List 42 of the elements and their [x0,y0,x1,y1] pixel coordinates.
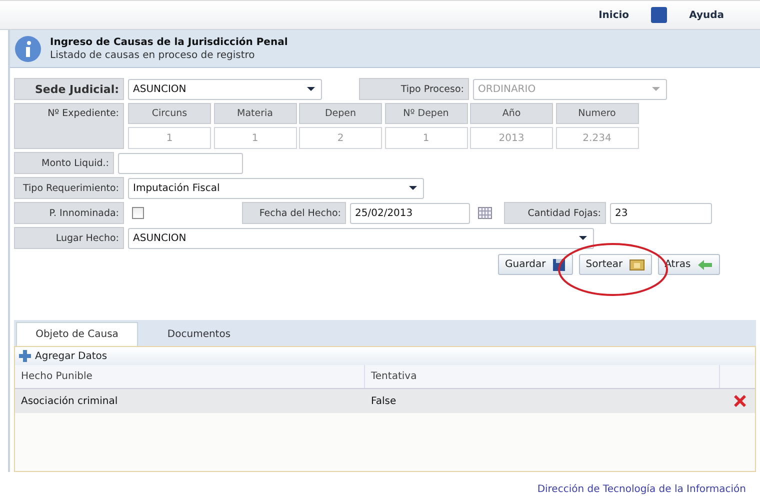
table-cell-text: False [370,396,398,406]
date-field[interactable]: 25/02/2013 [350,202,470,224]
column-header: Hecho Punible [15,365,365,388]
field-label: Monto Liquid.: [14,152,114,174]
column-header: Materia [214,103,296,124]
page-subtitle: Listado de causas en proceso de registro [50,50,256,60]
column-header: Tentativa [365,365,720,388]
monto-field[interactable] [118,152,243,174]
info-icon [14,34,42,62]
arrow-left-icon [696,258,713,270]
plus-icon[interactable] [19,350,31,362]
column-header: Nº Depen [384,103,468,124]
column-header: Circuns [128,103,211,124]
page-title: Ingreso de Causas de la Jurisdicción Penal [50,36,288,48]
field-label: P. Innominada: [14,202,124,224]
field-label: Sede Judicial: [14,78,124,100]
field-label: Fecha del Hecho: [242,202,346,224]
nav-link[interactable]: Ayuda [689,10,724,20]
field-label: Nº Expediente: [14,103,124,149]
field-label: Tipo Proceso: [359,78,469,100]
action-button[interactable]: Guardar [498,254,573,275]
add-data-link[interactable]: Agregar Datos [35,350,108,362]
tab[interactable]: Objeto de Causa [16,322,138,346]
column-header: Depen [299,103,382,124]
field-label: Lugar Hecho: [14,227,124,249]
footer-link[interactable]: Dirección de Tecnología de la Información [537,484,746,495]
nav-link[interactable]: Inicio [598,10,630,20]
lugar-hecho-dropdown[interactable]: ASUNCION [128,228,594,248]
delete-icon[interactable] [732,393,748,409]
field-label: Tipo Requerimiento: [14,177,124,199]
column-header: Numero [556,103,638,124]
checkbox[interactable] [132,207,144,219]
sede-dropdown[interactable]: ASUNCION [128,78,322,100]
calendar-icon[interactable] [478,207,492,219]
tab[interactable]: Documentos [138,322,260,346]
table-cell-text: Asociación criminal [20,396,119,406]
fojas-field[interactable]: 23 [610,202,712,224]
field-label: Cantidad Fojas: [504,202,606,224]
folder-icon [628,258,645,271]
column-header: Año [470,103,553,124]
tipo-requerimiento-dropdown[interactable]: Imputación Fiscal [128,178,424,198]
action-button[interactable]: Sortear [578,254,652,275]
